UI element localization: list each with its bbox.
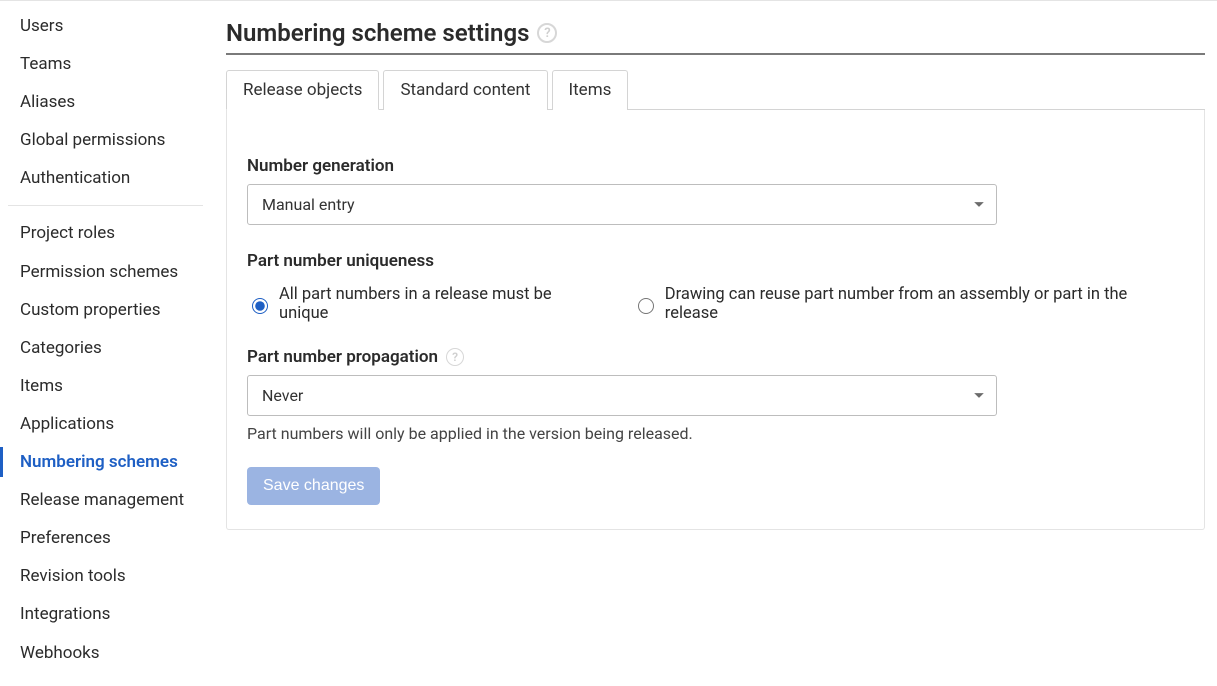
sidebar-item-preferences[interactable]: Preferences (0, 519, 211, 557)
help-icon[interactable]: ? (537, 23, 557, 43)
page-title-row: Numbering scheme settings ? (226, 19, 1205, 55)
sidebar-item-categories[interactable]: Categories (0, 329, 211, 367)
sidebar-item-authentication[interactable]: Authentication (0, 159, 211, 197)
sidebar-item-global-permissions[interactable]: Global permissions (0, 121, 211, 159)
page-title: Numbering scheme settings (226, 19, 529, 47)
sidebar-group-1: Users Teams Aliases Global permissions A… (0, 7, 211, 197)
select-number-generation[interactable]: Manual entry (247, 184, 997, 225)
radio-unique[interactable] (252, 298, 268, 314)
sidebar-item-aliases[interactable]: Aliases (0, 83, 211, 121)
sidebar-item-permission-schemes[interactable]: Permission schemes (0, 253, 211, 291)
sidebar-item-release-management[interactable]: Release management (0, 481, 211, 519)
settings-sidebar: Users Teams Aliases Global permissions A… (0, 1, 212, 686)
radio-opt-reuse[interactable]: Drawing can reuse part number from an as… (633, 285, 1184, 323)
radio-opt-unique[interactable]: All part numbers in a release must be un… (247, 285, 605, 323)
tab-standard-content[interactable]: Standard content (383, 70, 547, 110)
tabs: Release objects Standard content Items (226, 69, 1205, 110)
label-number-generation: Number generation (247, 156, 1184, 176)
sidebar-item-project-roles[interactable]: Project roles (0, 214, 211, 252)
sidebar-group-2: Project roles Permission schemes Custom … (0, 214, 211, 671)
radio-reuse-label: Drawing can reuse part number from an as… (665, 285, 1184, 323)
sidebar-item-numbering-schemes[interactable]: Numbering schemes (0, 443, 211, 481)
sidebar-item-teams[interactable]: Teams (0, 45, 211, 83)
radio-group-uniqueness: All part numbers in a release must be un… (247, 285, 1184, 323)
help-icon[interactable]: ? (446, 348, 464, 366)
propagation-hint: Part numbers will only be applied in the… (247, 424, 1184, 443)
label-uniqueness-text: Part number uniqueness (247, 251, 434, 271)
label-part-number-uniqueness: Part number uniqueness (247, 251, 1184, 271)
save-button[interactable]: Save changes (247, 467, 380, 505)
sidebar-item-custom-properties[interactable]: Custom properties (0, 291, 211, 329)
select-propagation-wrap: Never (247, 375, 997, 416)
main-content: Numbering scheme settings ? Release obje… (212, 1, 1217, 686)
tab-release-objects[interactable]: Release objects (226, 70, 379, 110)
sidebar-item-users[interactable]: Users (0, 7, 211, 45)
sidebar-item-items[interactable]: Items (0, 367, 211, 405)
radio-reuse[interactable] (638, 298, 654, 314)
select-propagation[interactable]: Never (247, 375, 997, 416)
tab-items[interactable]: Items (552, 70, 629, 110)
sidebar-item-applications[interactable]: Applications (0, 405, 211, 443)
sidebar-item-integrations[interactable]: Integrations (0, 595, 211, 633)
sidebar-divider (8, 205, 203, 206)
radio-unique-label: All part numbers in a release must be un… (279, 285, 605, 323)
label-propagation-text: Part number propagation (247, 347, 438, 367)
panel-release-objects: Number generation Manual entry Part numb… (226, 110, 1205, 530)
label-number-generation-text: Number generation (247, 156, 394, 176)
sidebar-item-revision-tools[interactable]: Revision tools (0, 557, 211, 595)
label-part-number-propagation: Part number propagation ? (247, 347, 1184, 367)
select-number-generation-wrap: Manual entry (247, 184, 997, 225)
